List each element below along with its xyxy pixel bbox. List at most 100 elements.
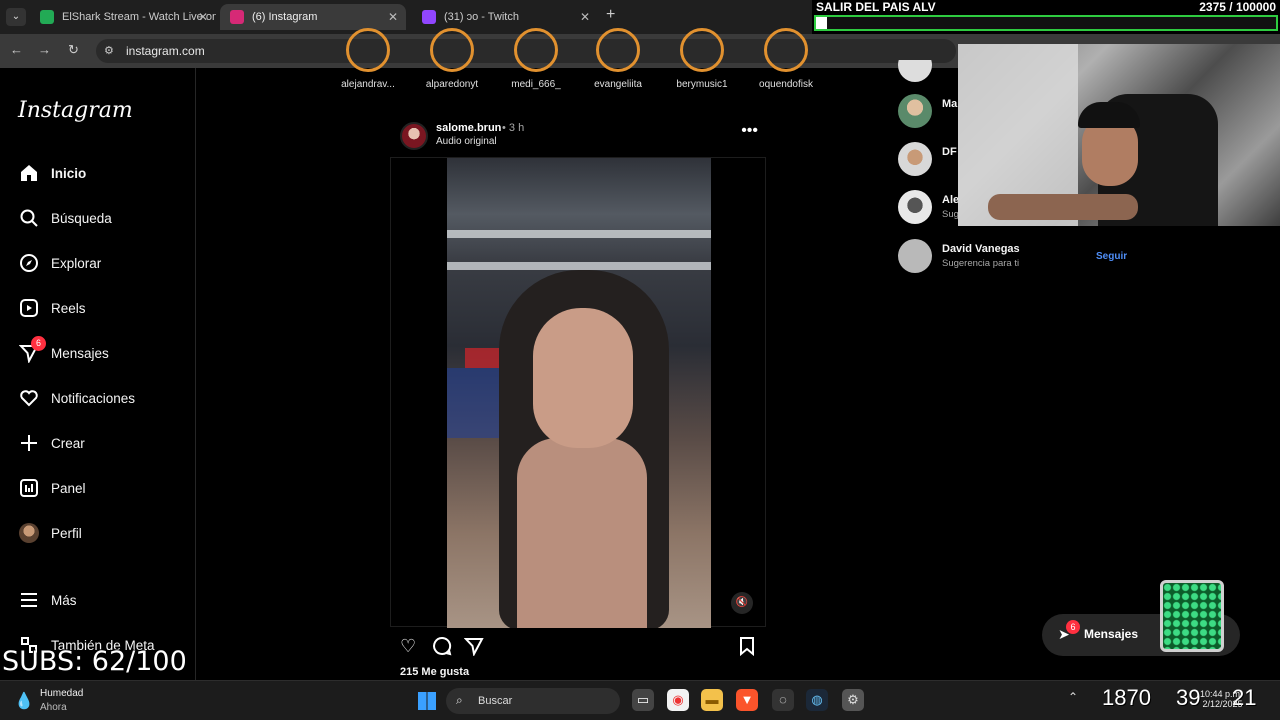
- sidebar-item-label: Reels: [51, 300, 86, 316]
- post-actions: ♡: [400, 636, 766, 658]
- suggestion-name[interactable]: Ma: [942, 98, 957, 110]
- windows-start-icon[interactable]: [418, 692, 436, 710]
- suggestion-name[interactable]: David Vanegas: [942, 243, 1020, 255]
- story-ring: [346, 28, 390, 72]
- sidebar-item-inicio[interactable]: Inicio: [18, 160, 86, 186]
- sidebar-item-reels[interactable]: Reels: [18, 295, 86, 321]
- person-face: [533, 308, 633, 448]
- instagram-favicon-icon: [230, 10, 244, 24]
- story-username: evangeliita: [594, 79, 642, 90]
- weather-subtitle: Ahora: [40, 702, 67, 713]
- site-settings-icon[interactable]: ⚙: [104, 44, 114, 57]
- steam-icon[interactable]: ◍: [806, 689, 828, 711]
- sidebar-item-mensajes[interactable]: 6 Mensajes: [18, 336, 109, 366]
- notification-badge: 6: [1066, 620, 1080, 634]
- suggestion-item[interactable]: David Vanegas Sugerencia para ti Seguir: [898, 239, 1138, 275]
- reel-video[interactable]: [447, 158, 711, 628]
- post-avatar[interactable]: [400, 122, 428, 150]
- post-audio-link[interactable]: Audio original: [436, 136, 497, 147]
- suggestion-name[interactable]: DF: [942, 146, 957, 158]
- mute-icon[interactable]: 🔇: [731, 592, 753, 614]
- messenger-icon: 6: [18, 336, 46, 364]
- profile-icon: [18, 522, 40, 544]
- sidebar-item-label: Crear: [51, 435, 85, 451]
- reload-icon[interactable]: ↻: [68, 42, 79, 58]
- ceiling-light: [447, 262, 711, 270]
- sidebar-item-crear[interactable]: Crear: [18, 430, 85, 456]
- file-explorer-icon[interactable]: ▬: [701, 689, 723, 711]
- task-view-icon[interactable]: ▭: [632, 689, 654, 711]
- instagram-logo[interactable]: Instagram: [18, 98, 133, 123]
- compass-icon: [18, 252, 40, 274]
- chevron-up-icon[interactable]: ⌃: [1068, 690, 1078, 704]
- sidebar-item-mas[interactable]: Más: [18, 587, 77, 613]
- share-icon[interactable]: [463, 636, 484, 661]
- avatar[interactable]: [898, 60, 932, 82]
- follow-button[interactable]: Seguir: [1096, 251, 1127, 262]
- suggestion-name[interactable]: Ale: [942, 194, 959, 206]
- search-icon: ⌕: [456, 693, 463, 707]
- tab-instagram[interactable]: (6) Instagram ✕: [220, 4, 406, 30]
- story-username: alejandrav...: [341, 79, 395, 90]
- sidebar-item-explorar[interactable]: Explorar: [18, 250, 101, 276]
- dashboard-icon: [18, 477, 40, 499]
- weather-title[interactable]: Humedad: [40, 688, 83, 699]
- close-icon[interactable]: ✕: [198, 4, 208, 30]
- likes-count[interactable]: 215 Me gusta: [400, 666, 469, 678]
- sidebar-item-busqueda[interactable]: Búsqueda: [18, 205, 112, 231]
- post-media[interactable]: 🔇: [390, 157, 766, 628]
- notification-badge: 6: [31, 336, 46, 351]
- system-clock[interactable]: 10:44 p.m. 2/12/2025: [1200, 689, 1243, 709]
- story-ring: [514, 28, 558, 72]
- new-tab-plus-icon[interactable]: +: [606, 6, 615, 24]
- tab-search-button[interactable]: ⌄: [6, 8, 26, 26]
- heart-icon: [18, 387, 40, 409]
- humidity-drop-icon[interactable]: 💧: [14, 691, 34, 711]
- more-options-icon[interactable]: •••: [741, 122, 758, 140]
- stream-goal-overlay: SALIR DEL PAIS ALV 2375 / 100000: [812, 0, 1280, 34]
- sidebar-item-label: Mensajes: [51, 345, 109, 361]
- story-ring: [680, 28, 724, 72]
- default-avatar-icon[interactable]: [898, 239, 932, 273]
- tab-elshark[interactable]: ElShark Stream - Watch Live on ✕: [30, 4, 216, 30]
- url-text: instagram.com: [126, 44, 205, 58]
- clock-date: 2/12/2025: [1202, 699, 1243, 709]
- brave-icon[interactable]: ▼: [736, 689, 758, 711]
- plus-icon: [18, 432, 40, 454]
- taskbar-search[interactable]: ⌕ Buscar: [446, 688, 620, 714]
- settings-gear-icon[interactable]: ⚙: [842, 689, 864, 711]
- post-username[interactable]: salome.brun: [436, 122, 501, 134]
- like-heart-icon[interactable]: ♡: [400, 636, 416, 657]
- sidebar-item-label: Inicio: [51, 165, 87, 181]
- goal-progress-bar: [814, 15, 1278, 31]
- story-username: berymusic1: [676, 79, 728, 90]
- sidebar-item-label: Explorar: [51, 255, 102, 271]
- sidebar-item-panel[interactable]: Panel: [18, 475, 86, 501]
- search-icon: [18, 207, 40, 229]
- avatar[interactable]: [898, 190, 932, 224]
- reels-icon: [18, 297, 40, 319]
- back-arrow-icon[interactable]: ←: [10, 42, 23, 57]
- forward-arrow-icon[interactable]: →: [38, 42, 51, 57]
- kick-favicon-icon: [40, 10, 54, 24]
- sidebar-item-label: Notificaciones: [51, 390, 136, 406]
- bookmark-icon[interactable]: [738, 636, 756, 661]
- tab-title: ElShark Stream - Watch Live on: [62, 11, 216, 23]
- overlay-counter-minutes: 39: [1176, 685, 1201, 710]
- windows-taskbar: 💧 Humedad Ahora ⌕ Buscar ▭ ◉ ▬ ▼ ◌ ◍ ⚙ ⌃…: [0, 680, 1280, 720]
- goal-count: 2375 / 100000: [1199, 0, 1276, 14]
- obs-icon[interactable]: ◌: [772, 689, 794, 711]
- chrome-icon[interactable]: ◉: [667, 689, 689, 711]
- goal-title: SALIR DEL PAIS ALV: [816, 0, 936, 14]
- subs-counter-overlay: SUBS: 62/100: [2, 646, 187, 677]
- clock-time: 10:44 p.m.: [1200, 689, 1243, 699]
- avatar[interactable]: [898, 94, 932, 128]
- sidebar-item-notificaciones[interactable]: Notificaciones: [18, 385, 135, 411]
- tab-twitch[interactable]: (31) ɔo - Twitch ✕: [412, 4, 598, 30]
- avatar[interactable]: [898, 142, 932, 176]
- close-icon[interactable]: ✕: [388, 4, 398, 30]
- sidebar-item-perfil[interactable]: Perfil: [18, 520, 82, 546]
- close-icon[interactable]: ✕: [580, 4, 590, 30]
- comment-icon[interactable]: [432, 636, 452, 661]
- messages-label: Mensajes: [1084, 627, 1139, 641]
